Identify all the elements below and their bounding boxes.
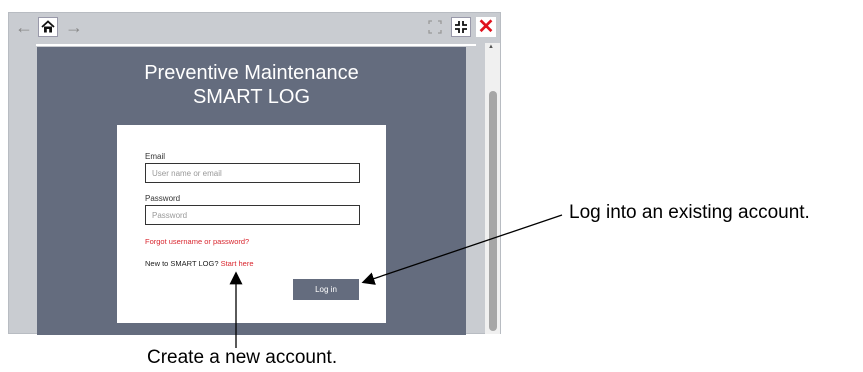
create-annotation: Create a new account. (147, 347, 338, 368)
login-arrow (361, 214, 563, 285)
login-annotation: Log into an existing account. (569, 202, 810, 223)
annotation-arrows (229, 214, 563, 348)
